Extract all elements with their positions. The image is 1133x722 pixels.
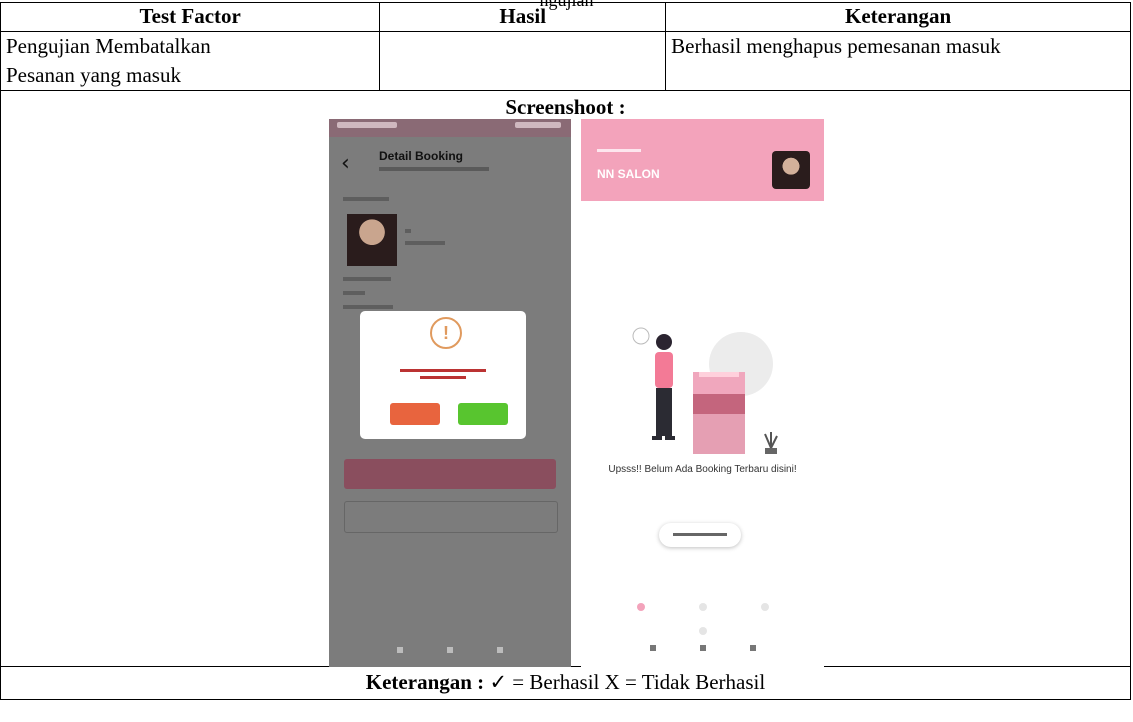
android-nav-bar (581, 633, 824, 657)
tab-history-icon[interactable] (760, 603, 769, 611)
status-bar (329, 119, 571, 137)
screenshot-cell: Screenshoot : ‹ Detail Booking ! NN SALO… (0, 90, 1131, 667)
cell-hasil (379, 31, 667, 91)
home-nav-icon[interactable] (699, 645, 706, 651)
tab-home-icon[interactable] (636, 603, 645, 611)
empty-state-illustration (632, 327, 778, 454)
detail-section-label (343, 277, 391, 281)
dialog-message-line (420, 376, 466, 379)
header-test-factor: Test Factor (0, 2, 381, 32)
footer-legend: ✓ = Berhasil X = Tidak Berhasil (489, 670, 766, 694)
test-table: Test Factor Hasil Keterangan Pengujian M… (0, 2, 1131, 700)
table-row: Pengujian Membatalkan Pesanan yang masuk… (0, 31, 1131, 91)
footer-row: Keterangan : ✓ = Berhasil X = Tidak Berh… (0, 666, 1131, 700)
cell-keterangan: Berhasil menghapus pemesanan masuk (665, 31, 1131, 91)
detail-line (343, 305, 393, 309)
dialog-confirm-button[interactable] (458, 403, 508, 425)
avatar[interactable] (772, 151, 810, 189)
primary-action-button[interactable] (344, 459, 556, 489)
section-label (343, 197, 389, 201)
phone-screenshot-home: NN SALON Upsss!! Belum Ada Booking Terba… (581, 119, 824, 667)
footer-label: Keterangan : (365, 670, 485, 694)
test-factor-line-1: Pengujian Membatalkan (6, 34, 211, 58)
phone-screenshot-detail-booking: ‹ Detail Booking ! (329, 119, 571, 667)
android-nav-bar (329, 635, 571, 659)
dialog-cancel-button[interactable] (390, 403, 440, 425)
refresh-button[interactable] (659, 523, 741, 547)
tab-booking-icon[interactable] (698, 603, 707, 611)
detail-booking-title: Detail Booking (379, 149, 464, 163)
back-nav-icon[interactable] (649, 645, 656, 651)
confirm-dialog: ! (360, 311, 526, 439)
screenshot-row: Screenshoot : ‹ Detail Booking ! NN SALO… (0, 90, 1131, 667)
recent-nav-icon[interactable] (497, 647, 503, 653)
cell-test-factor: Pengujian Membatalkan Pesanan yang masuk (0, 31, 381, 91)
test-factor-line-2: Pesanan yang masuk (6, 63, 181, 87)
screenshot-label: Screenshoot : (505, 95, 626, 119)
customer-photo (347, 214, 397, 266)
header-row: Test Factor Hasil Keterangan (0, 2, 1131, 32)
app-header: NN SALON (581, 119, 824, 201)
warning-icon: ! (430, 317, 462, 349)
greeting-line (597, 149, 641, 152)
home-nav-icon[interactable] (447, 647, 453, 653)
name-placeholder (405, 229, 411, 233)
secondary-action-button[interactable] (344, 501, 558, 533)
dialog-message-line (400, 369, 486, 372)
empty-state-message: Upsss!! Belum Ada Booking Terbaru disini… (608, 464, 797, 475)
header-hasil: Hasil (379, 2, 667, 32)
detail-line (343, 291, 365, 295)
back-nav-icon[interactable] (397, 647, 403, 653)
salon-name: NN SALON (597, 167, 660, 181)
recent-nav-icon[interactable] (749, 645, 756, 651)
back-arrow-icon: ‹ (341, 151, 350, 176)
footer-cell: Keterangan : ✓ = Berhasil X = Tidak Berh… (0, 666, 1131, 700)
subtitle-line (379, 167, 489, 171)
header-keterangan: Keterangan (665, 2, 1131, 32)
phone-placeholder (405, 241, 445, 245)
